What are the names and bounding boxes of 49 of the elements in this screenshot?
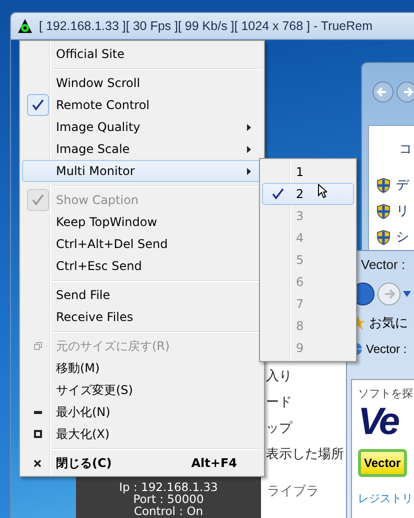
info-text: Ip : 192.168.1.33 bbox=[119, 481, 218, 493]
shield-icon bbox=[377, 204, 390, 218]
restore-icon bbox=[34, 342, 42, 350]
nav-item[interactable]: ード bbox=[266, 393, 292, 411]
menu-item[interactable]: Multi Monitor bbox=[22, 160, 262, 182]
page-button[interactable]: Vector bbox=[358, 449, 407, 477]
favorites-label[interactable]: お気に bbox=[369, 314, 408, 332]
info-text: Port : 50000 bbox=[133, 493, 204, 505]
menu-item[interactable]: Official Site bbox=[22, 43, 262, 65]
nav-item[interactable]: 入り bbox=[266, 367, 292, 385]
heading: コ bbox=[399, 141, 413, 158]
menu-item[interactable]: 最小化(N) bbox=[22, 401, 262, 423]
menu-item[interactable]: Ctrl+Esc Send bbox=[22, 255, 262, 277]
nav-item[interactable]: ライブラ bbox=[267, 482, 319, 500]
mouse-cursor-icon bbox=[318, 184, 327, 198]
menu-item[interactable]: Image Quality bbox=[22, 116, 262, 138]
menu-item[interactable]: Send File bbox=[22, 284, 262, 306]
menu-item[interactable]: Keep TopWindow bbox=[22, 211, 262, 233]
window-title: [ 192.168.1.33 ][ 30 Fps ][ 99 Kb/s ][ 1024 x 768 ] - TrueRem bbox=[39, 19, 373, 33]
menu-item[interactable]: 1 bbox=[262, 161, 354, 183]
forward-icon[interactable] bbox=[396, 81, 414, 103]
close-icon bbox=[34, 460, 41, 466]
link-text[interactable]: リ bbox=[396, 202, 409, 220]
menu-item[interactable]: 最大化(X) bbox=[22, 423, 262, 445]
menu-item[interactable]: Remote Control bbox=[22, 94, 262, 116]
logo: Ve bbox=[358, 403, 398, 441]
menu-item[interactable]: Image Scale bbox=[22, 138, 262, 160]
tab[interactable]: Vector : bbox=[366, 342, 407, 356]
menu-item[interactable]: 閉じる(C) Alt+F4 bbox=[22, 452, 262, 474]
maximize-icon bbox=[34, 430, 42, 438]
link-text[interactable]: シ bbox=[396, 228, 409, 246]
shield-icon bbox=[377, 230, 390, 244]
menu-item[interactable]: Receive Files bbox=[22, 306, 262, 328]
menu-item[interactable]: 2 bbox=[262, 183, 354, 205]
dropdown-icon[interactable] bbox=[403, 291, 411, 297]
nav-item[interactable]: ップ bbox=[266, 419, 292, 437]
menu-item[interactable]: Ctrl+Alt+Del Send bbox=[22, 233, 262, 255]
minimize-icon bbox=[34, 410, 42, 414]
menu-item[interactable]: Window Scroll bbox=[22, 72, 262, 94]
menu-item[interactable]: サイズ変更(S) bbox=[22, 379, 262, 401]
window-title: Vector : bbox=[361, 257, 406, 272]
info-text: Control : On bbox=[134, 505, 204, 517]
eye-icon bbox=[17, 18, 33, 34]
page-link[interactable]: レジストリ bbox=[358, 491, 413, 506]
menu-item[interactable]: 移動(M) bbox=[22, 357, 262, 379]
shield-icon bbox=[377, 178, 390, 192]
nav-item[interactable]: 表示した場所 bbox=[266, 445, 344, 463]
page-text: ソフトを探 bbox=[358, 387, 413, 401]
link-text[interactable]: デ bbox=[396, 176, 409, 194]
